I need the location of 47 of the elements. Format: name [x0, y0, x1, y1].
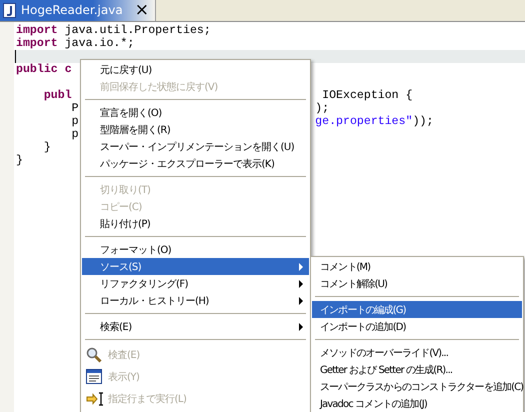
menu-item[interactable]: ローカル・ヒストリー(H) [82, 292, 309, 309]
code-text: )); [412, 115, 434, 128]
menu-item[interactable]: 検索(E) [82, 318, 309, 335]
code-text: public c [16, 63, 72, 76]
menu-item[interactable]: コメント解除(U) [312, 275, 522, 292]
window-icon [86, 369, 102, 384]
close-button[interactable]: × [134, 2, 149, 18]
menu-item[interactable]: 貼り付け(P) [82, 215, 309, 232]
java-file-icon [3, 2, 17, 18]
menu-item[interactable]: 元に戻す(U) [82, 61, 309, 78]
code-text: IOException { [321, 89, 413, 102]
menu-item[interactable]: ソース(S) [82, 258, 309, 275]
code-text: import [16, 37, 58, 50]
editor-tab[interactable]: HogeReader.java × [0, 0, 156, 21]
code-text: ); [315, 102, 330, 115]
menu-item[interactable]: フォーマット(O) [82, 241, 309, 258]
magnifier-icon [86, 347, 102, 363]
code-text: } [16, 154, 23, 167]
code-text: } [42, 141, 51, 154]
submenu-arrow-icon [299, 297, 303, 305]
arrow-cursor-icon [86, 391, 104, 407]
menu-item[interactable]: スーパー・インプリメンテーションを開く(U) [82, 138, 309, 155]
menu-item[interactable]: スーパークラスからのコンストラクターを追加(C) [312, 378, 522, 395]
tab-title: HogeReader.java [21, 3, 124, 17]
menu-item[interactable]: 宣言を開く(O) [82, 104, 309, 121]
menu-item[interactable]: メソッドのオーバーライド(V)... [312, 344, 522, 361]
code-text: P [70, 102, 79, 115]
menu-item[interactable]: リファクタリング(F) [82, 275, 309, 292]
code-text: java.io.*; [64, 37, 134, 50]
code-text: publ [42, 89, 72, 102]
code-text: p [70, 115, 79, 128]
menu-item[interactable]: 型階層を開く(R) [82, 121, 309, 138]
menu-item[interactable]: Getter および Setter の生成(R)... [312, 361, 522, 378]
submenu-arrow-icon [299, 280, 303, 288]
code-text: import [16, 24, 58, 37]
submenu-arrow-icon [299, 323, 303, 331]
menu-item[interactable]: パッケージ・エクスプローラーで表示(K) [82, 155, 309, 172]
code-text: ge.properties" [315, 115, 413, 128]
menu-item[interactable]: インポートの追加(D) [312, 318, 522, 335]
code-area[interactable] [14, 22, 525, 412]
code-text: java.util.Properties; [64, 24, 211, 37]
menu-item[interactable]: インポートの編成(G) [312, 301, 522, 318]
text-cursor [15, 50, 16, 63]
menu-item[interactable]: コメント(M) [312, 258, 522, 275]
menu-item[interactable]: Javadoc コメントの追加(J) [312, 395, 522, 412]
submenu-arrow-icon [299, 263, 303, 271]
code-text: p [70, 128, 79, 141]
